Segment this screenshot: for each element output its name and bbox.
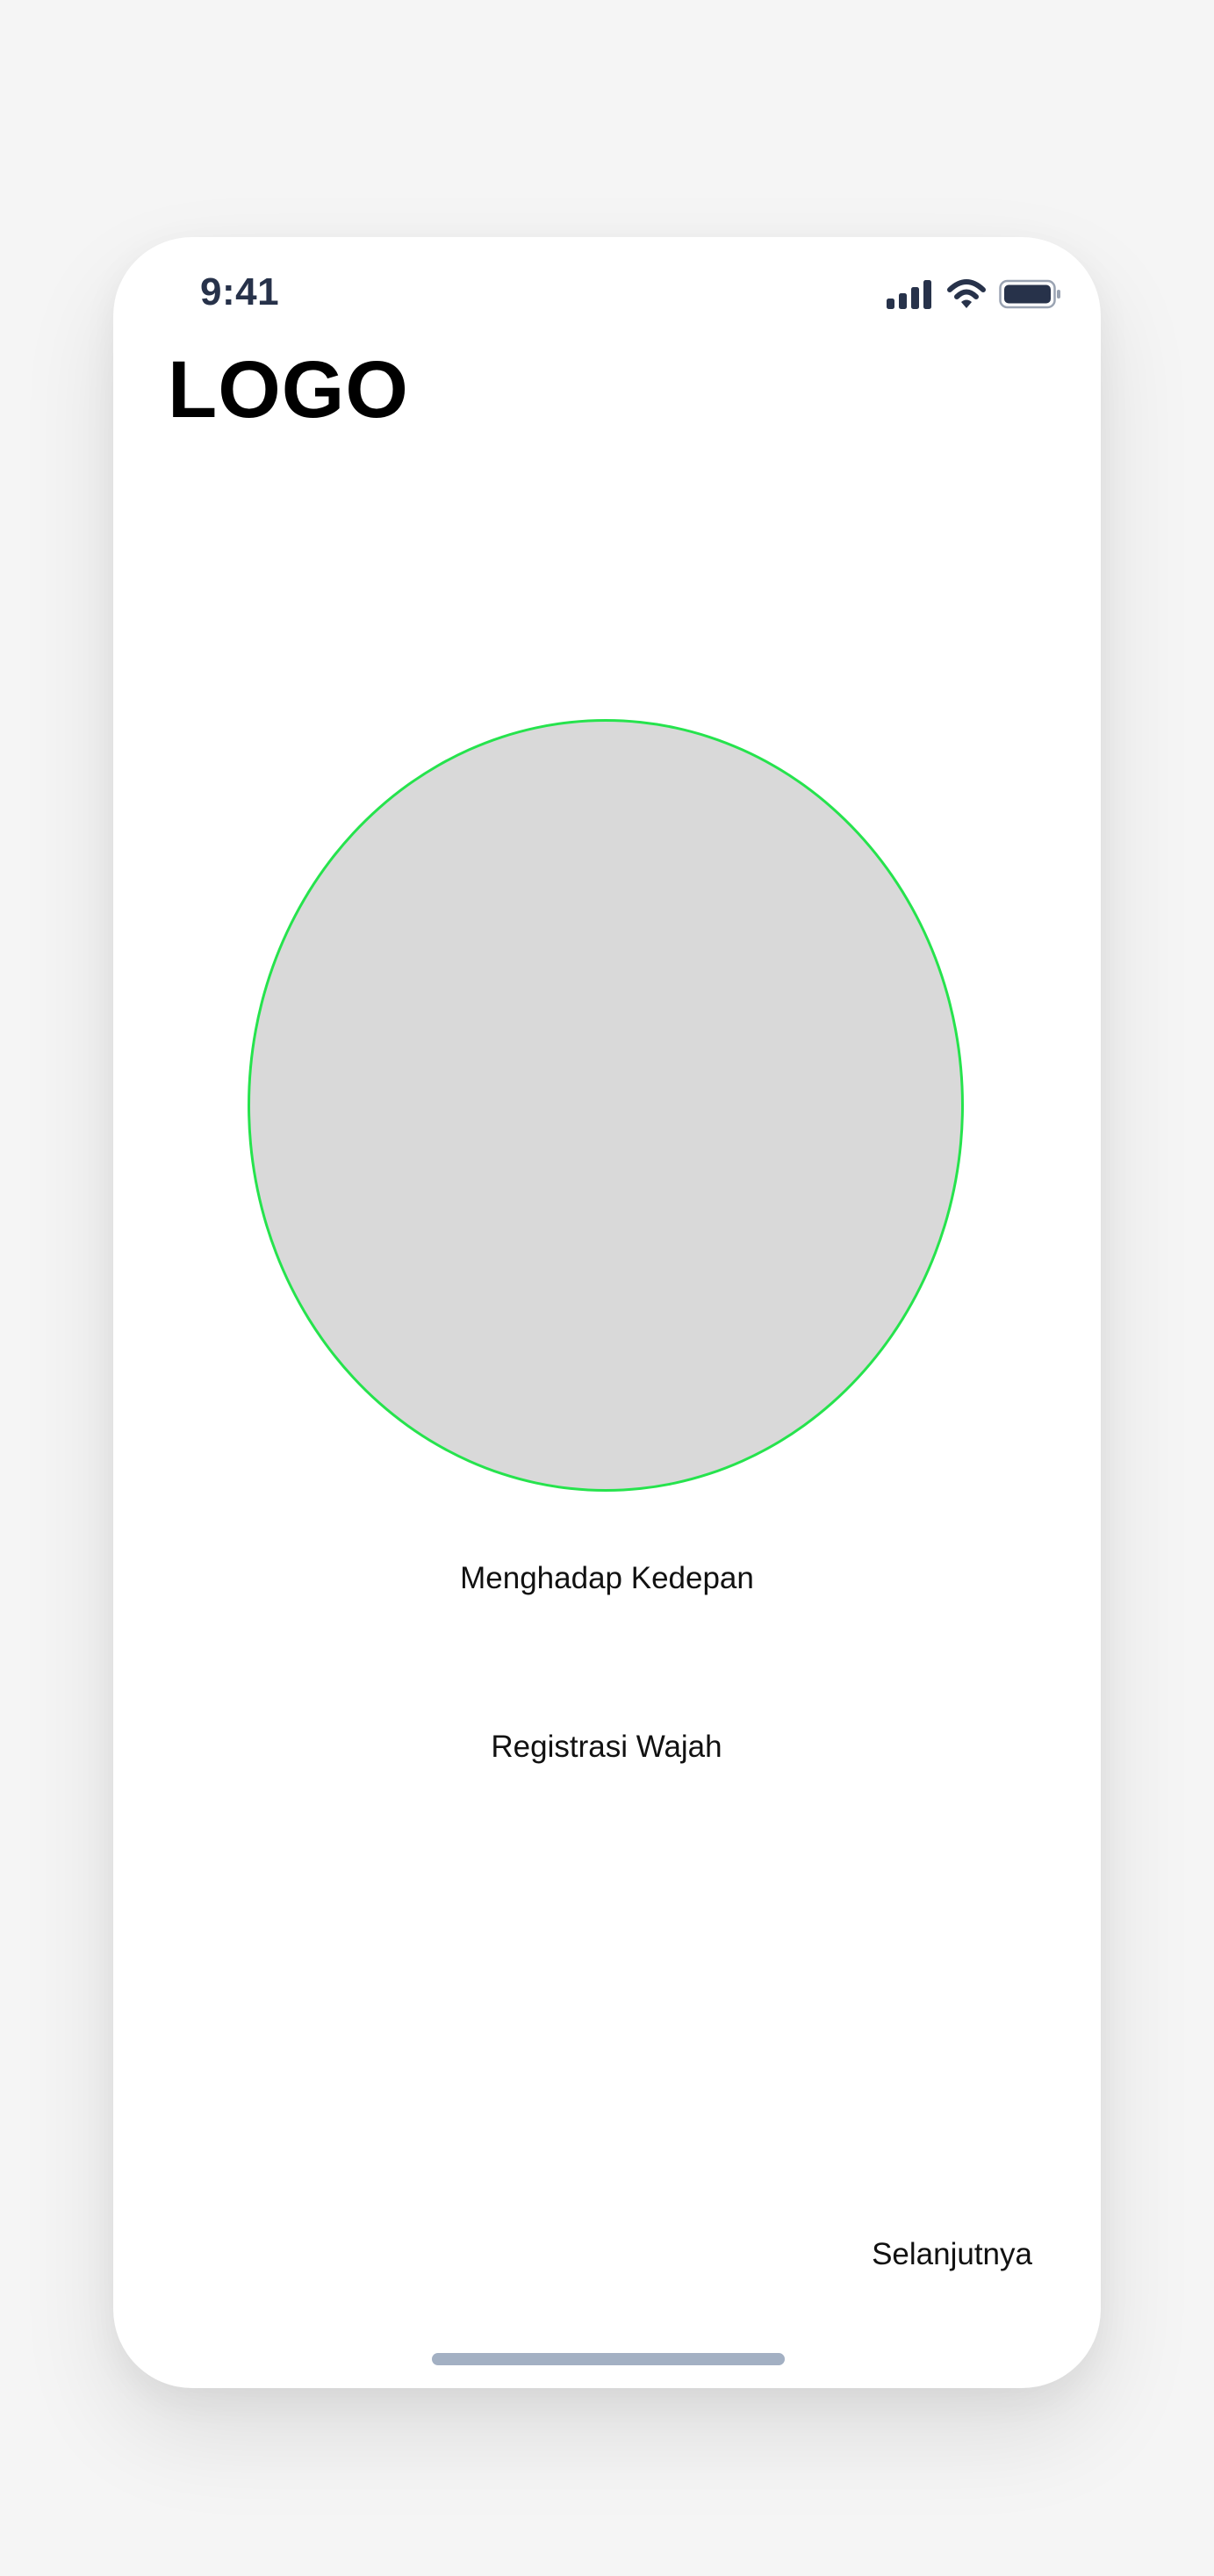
battery-icon [999, 279, 1062, 309]
home-indicator[interactable] [432, 2353, 785, 2365]
register-face-button[interactable]: Registrasi Wajah [475, 1712, 738, 1782]
face-camera-frame [248, 719, 964, 1492]
next-button[interactable]: Selanjutnya [872, 2220, 1032, 2290]
face-instruction-text: Menghadap Kedepan [460, 1561, 754, 1595]
cellular-signal-icon [887, 279, 934, 309]
status-time: 9:41 [200, 270, 280, 313]
phone-screen: 9:41 LOGO Menghadap Kedepan Registrasi W… [113, 237, 1101, 2388]
app-logo: LOGO [168, 345, 409, 435]
wifi-icon [946, 279, 987, 309]
status-icons [887, 279, 1062, 309]
